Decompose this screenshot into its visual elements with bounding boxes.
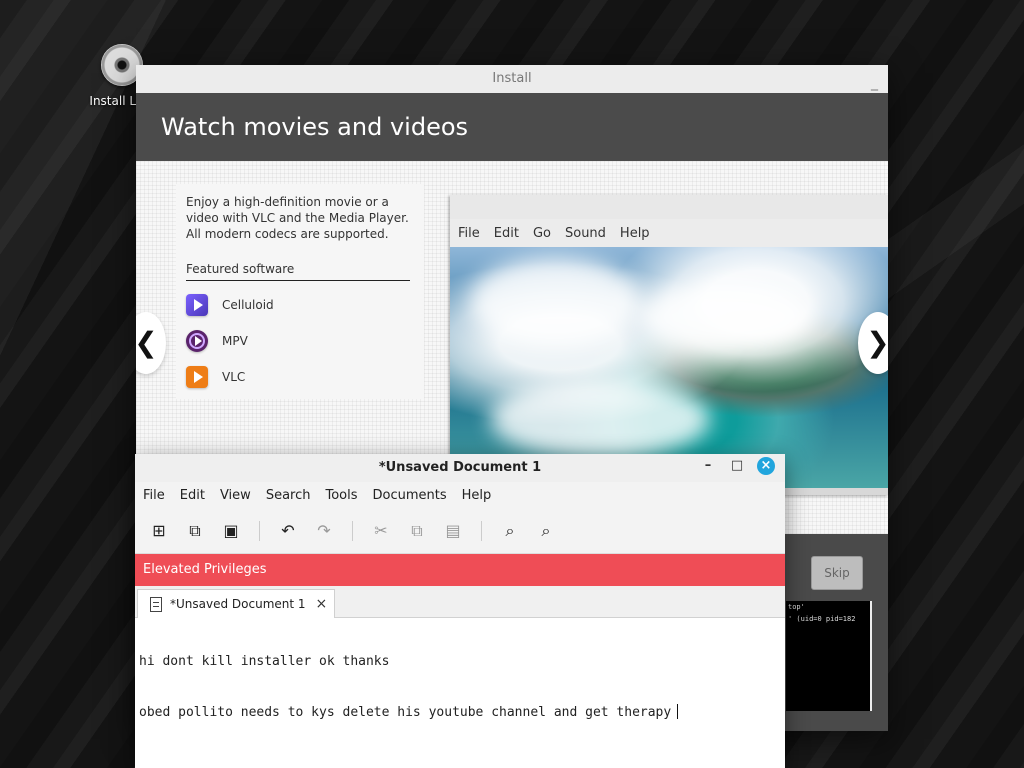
- editor-title: *Unsaved Document 1: [378, 460, 542, 475]
- document-icon: [150, 596, 162, 612]
- toolbar-separator: [481, 521, 482, 541]
- document-text-area[interactable]: hi dont kill installer ok thanks obed po…: [135, 618, 785, 756]
- software-name: VLC: [222, 370, 246, 384]
- celluloid-icon: [186, 294, 208, 316]
- cut-icon[interactable]: ✂: [371, 521, 391, 541]
- menu-help[interactable]: Help: [462, 488, 492, 503]
- save-icon[interactable]: ▣: [221, 521, 241, 541]
- menu-tools[interactable]: Tools: [325, 488, 357, 503]
- search-icon[interactable]: ⌕: [500, 521, 520, 541]
- cloud: [640, 282, 810, 352]
- menu-file[interactable]: File: [143, 488, 165, 503]
- vlc-icon: [186, 366, 208, 388]
- editor-titlebar: *Unsaved Document 1 – □ ×: [135, 454, 785, 482]
- elevated-privileges-banner: Elevated Privileges: [135, 554, 785, 586]
- mpv-icon: [186, 330, 208, 352]
- toolbar-separator: [352, 521, 353, 541]
- text-cursor: [677, 704, 679, 719]
- minimize-icon[interactable]: _: [871, 69, 878, 97]
- feature-description: Enjoy a high-definition movie or a video…: [186, 195, 409, 241]
- movie-frame: [450, 247, 888, 488]
- toolbar-separator: [259, 521, 260, 541]
- text-editor-window: *Unsaved Document 1 – □ × File Edit View…: [135, 454, 785, 768]
- maximize-icon[interactable]: □: [728, 457, 746, 475]
- installer-terminal: top' ' (uid=0 pid=182: [786, 601, 872, 711]
- menu-documents[interactable]: Documents: [373, 488, 447, 503]
- text-line-content: obed pollito needs to kys delete his you…: [139, 705, 672, 720]
- software-item-celluloid: Celluloid: [186, 292, 274, 318]
- new-document-icon[interactable]: ⊞: [149, 521, 169, 541]
- installer-titlebar: Install _: [136, 65, 888, 93]
- cloud: [470, 257, 640, 347]
- undo-icon[interactable]: ↶: [278, 521, 298, 541]
- menu-search[interactable]: Search: [266, 488, 311, 503]
- menu-view[interactable]: View: [220, 488, 251, 503]
- feature-info-card: Enjoy a high-definition movie or a video…: [176, 184, 424, 399]
- copy-icon[interactable]: ⧉: [407, 521, 427, 541]
- installer-title: Install: [492, 71, 532, 86]
- document-tab-bar: *Unsaved Document 1 ×: [135, 586, 785, 618]
- close-icon[interactable]: ×: [316, 596, 328, 612]
- paste-icon[interactable]: ▤: [443, 521, 463, 541]
- software-name: Celluloid: [222, 298, 274, 312]
- text-line: obed pollito needs to kys delete his you…: [139, 704, 781, 721]
- media-player-menu: File Edit Go Sound Help: [450, 219, 888, 247]
- skip-button[interactable]: Skip: [811, 556, 863, 590]
- menu-sound[interactable]: Help: [620, 226, 650, 241]
- terminal-line: ' (uid=0 pid=182: [788, 615, 856, 623]
- redo-icon[interactable]: ↷: [314, 521, 334, 541]
- software-item-mpv: MPV: [186, 328, 248, 354]
- media-player-window: File Edit Go Sound Help: [450, 195, 888, 495]
- minimize-icon[interactable]: –: [699, 457, 717, 475]
- open-document-icon[interactable]: ⧉: [185, 521, 205, 541]
- featured-software-heading: Featured software: [186, 262, 410, 281]
- terminal-line: top': [788, 603, 805, 611]
- menu-go[interactable]: Sound: [565, 226, 606, 241]
- document-tab[interactable]: *Unsaved Document 1 ×: [137, 589, 335, 618]
- document-tab-title: *Unsaved Document 1: [170, 597, 306, 611]
- search-replace-icon[interactable]: ⌕: [536, 521, 556, 541]
- text-line: hi dont kill installer ok thanks: [139, 654, 390, 669]
- cloud: [490, 379, 710, 459]
- software-name: MPV: [222, 334, 248, 348]
- window-controls: – □ ×: [699, 457, 775, 475]
- editor-menu-bar: File Edit View Search Tools Documents He…: [135, 482, 785, 509]
- menu-file[interactable]: File: [458, 226, 480, 241]
- installer-hero-title: Watch movies and videos: [136, 93, 888, 161]
- software-item-vlc: VLC: [186, 364, 245, 390]
- close-icon[interactable]: ×: [757, 457, 775, 475]
- media-player-titlebar: [450, 195, 888, 219]
- menu-edit[interactable]: Edit: [180, 488, 205, 503]
- menu-edit[interactable]: Edit: [494, 226, 519, 241]
- editor-toolbar: ⊞ ⧉ ▣ ↶ ↷ ✂ ⧉ ▤ ⌕ ⌕: [135, 509, 785, 554]
- menu-view[interactable]: Go: [533, 226, 551, 241]
